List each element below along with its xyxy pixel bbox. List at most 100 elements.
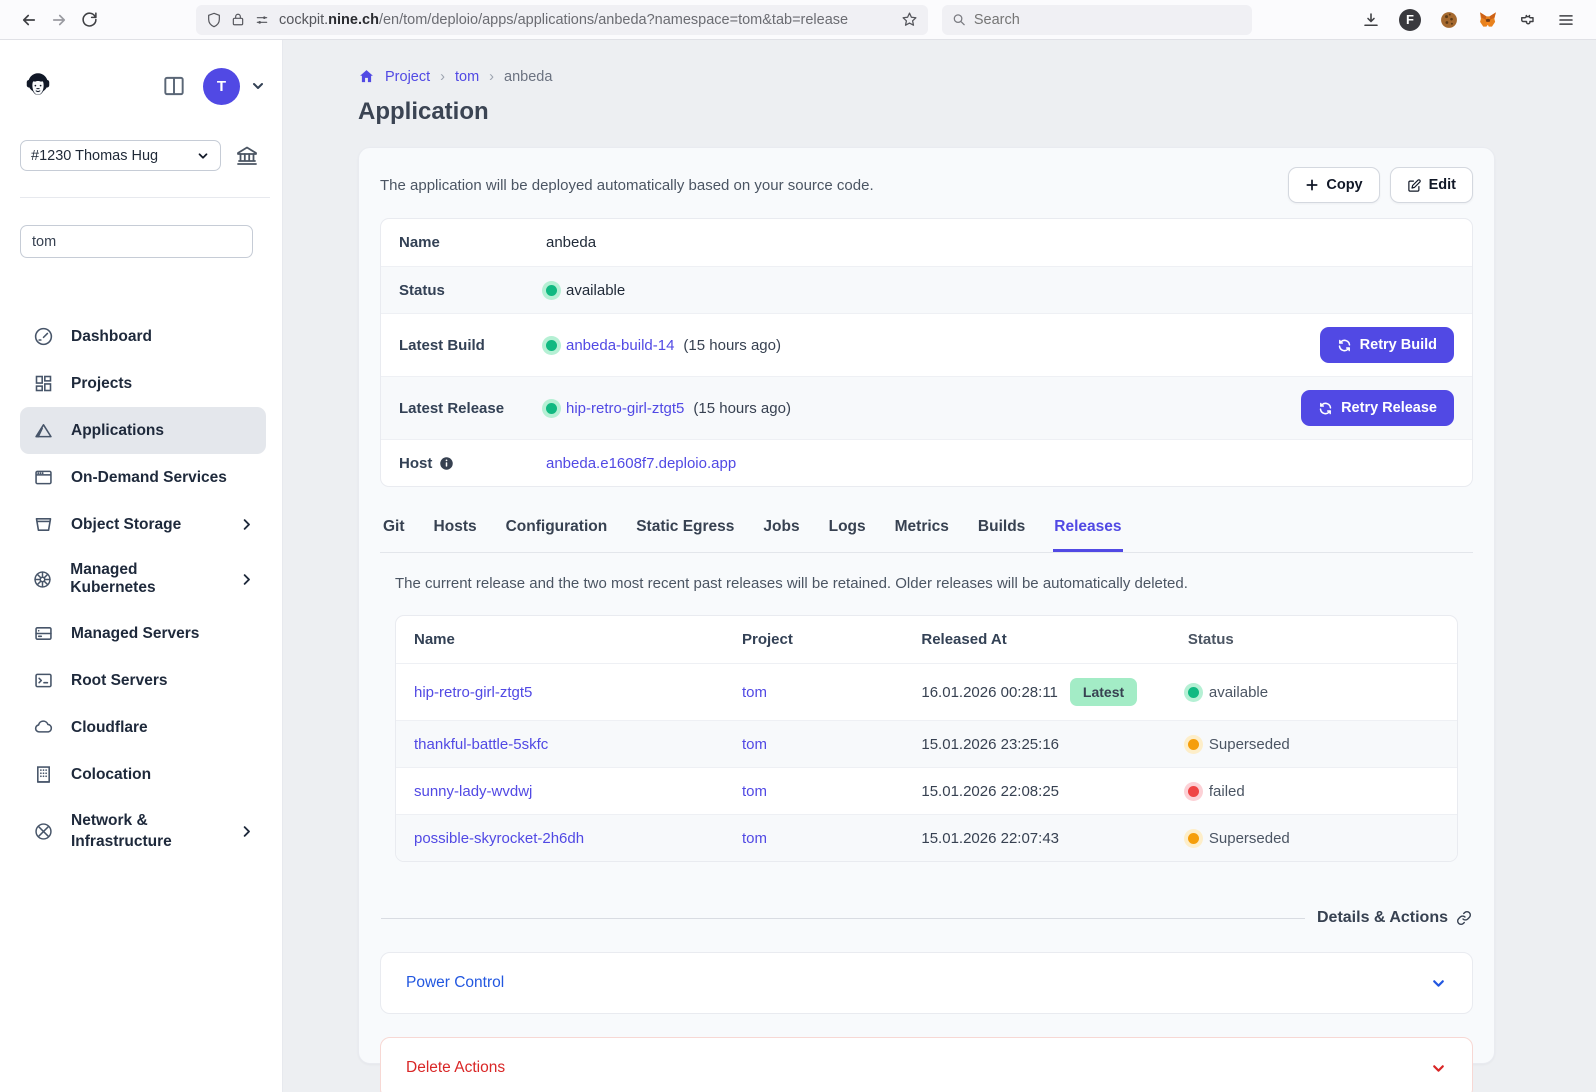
tab-metrics[interactable]: Metrics: [894, 514, 950, 552]
home-icon[interactable]: [358, 68, 375, 85]
release-link[interactable]: hip-retro-girl-ztgt5: [414, 684, 532, 701]
account-select[interactable]: #1230 Thomas Hug: [20, 140, 221, 171]
latest-build-link[interactable]: anbeda-build-14: [566, 337, 674, 354]
fox-icon: [1478, 10, 1498, 29]
cookie-extension-button[interactable]: [1433, 5, 1465, 35]
f-badge-icon: F: [1399, 9, 1421, 31]
sidebar-item-root-servers[interactable]: Root Servers: [20, 657, 266, 704]
sidebar-item-managed-kubernetes[interactable]: Managed Kubernetes: [20, 548, 266, 610]
account-select-value: #1230 Thomas Hug: [31, 148, 196, 164]
search-input[interactable]: [974, 12, 1242, 28]
breadcrumb-project[interactable]: Project: [385, 69, 430, 85]
downloads-button[interactable]: [1355, 5, 1387, 35]
download-icon: [1362, 11, 1380, 29]
release-link[interactable]: possible-skyrocket-2h6dh: [414, 830, 584, 847]
reload-icon: [81, 11, 98, 28]
bookmark-star-icon[interactable]: [901, 11, 918, 28]
details-actions-link[interactable]: Details & Actions: [1317, 909, 1472, 927]
organization-button[interactable]: [235, 144, 259, 168]
user-avatar[interactable]: T: [203, 68, 240, 105]
release-link[interactable]: sunny-lady-wvdwj: [414, 783, 532, 800]
browser-search[interactable]: [942, 5, 1252, 35]
on-demand-services-icon: [32, 467, 54, 488]
sidebar-item-projects[interactable]: Projects: [20, 360, 266, 407]
menu-button[interactable]: [1550, 5, 1582, 35]
bank-icon: [235, 144, 259, 168]
retention-note: The current release and the two most rec…: [395, 575, 1458, 592]
breadcrumb-separator: ›: [489, 69, 494, 85]
browser-toolbar: cockpit.nine.ch/en/tom/deploio/apps/appl…: [0, 0, 1596, 40]
plus-icon: [1305, 178, 1319, 192]
url-bar[interactable]: cockpit.nine.ch/en/tom/deploio/apps/appl…: [196, 5, 928, 35]
tab-hosts[interactable]: Hosts: [433, 514, 478, 552]
deploio-pilot-logo: [20, 68, 56, 104]
tab-jobs[interactable]: Jobs: [762, 514, 800, 552]
status-dot-available: [1188, 687, 1199, 698]
forward-button[interactable]: [44, 5, 74, 35]
sidebar-item-on-demand-services[interactable]: On-Demand Services: [20, 454, 266, 501]
account-extension-button[interactable]: F: [1394, 5, 1426, 35]
sidebar-item-colocation[interactable]: Colocation: [20, 751, 266, 798]
application-card: The application will be deployed automat…: [358, 147, 1495, 1064]
tab-git[interactable]: Git: [382, 514, 406, 552]
sidebar-divider: [20, 197, 270, 198]
sidebar-item-applications[interactable]: Applications: [20, 407, 266, 454]
details-actions-divider: Details & Actions: [381, 909, 1472, 927]
panel-toggle-button[interactable]: [161, 73, 187, 99]
sidebar-item-object-storage[interactable]: Object Storage: [20, 501, 266, 548]
retry-build-button[interactable]: Retry Build: [1320, 327, 1454, 363]
project-link[interactable]: tom: [742, 830, 767, 847]
select-chevron-icon: [196, 149, 210, 163]
metamask-extension-button[interactable]: [1472, 5, 1504, 35]
host-link[interactable]: anbeda.e1608f7.deploio.app: [546, 455, 736, 472]
project-link[interactable]: tom: [742, 736, 767, 753]
sidebar-item-dashboard[interactable]: Dashboard: [20, 313, 266, 360]
edit-button[interactable]: Edit: [1390, 167, 1473, 203]
latest-release-link[interactable]: hip-retro-girl-ztgt5: [566, 400, 684, 417]
latest-build-ago: (15 hours ago): [683, 337, 781, 354]
back-button[interactable]: [14, 5, 44, 35]
tab-logs[interactable]: Logs: [828, 514, 867, 552]
breadcrumb-separator: ›: [440, 69, 445, 85]
copy-button[interactable]: Copy: [1288, 167, 1379, 203]
search-icon: [952, 12, 966, 27]
status-dot-failed: [1188, 786, 1199, 797]
releases-table-header: Name Project Released At Status: [396, 616, 1457, 663]
delete-actions-toggle[interactable]: Delete Actions: [380, 1037, 1473, 1092]
sidebar-item-managed-servers[interactable]: Managed Servers: [20, 610, 266, 657]
tab-configuration[interactable]: Configuration: [505, 514, 609, 552]
power-control-toggle[interactable]: Power Control: [380, 952, 1473, 1014]
breadcrumb-app: anbeda: [504, 69, 552, 85]
refresh-icon: [1318, 401, 1333, 416]
tab-releases[interactable]: Releases: [1053, 514, 1122, 552]
projects-icon: [32, 373, 54, 394]
info-row-name: Name anbeda: [381, 219, 1472, 266]
dashboard-icon: [32, 326, 54, 347]
reload-button[interactable]: [74, 5, 104, 35]
page-title: Application: [358, 98, 1570, 126]
extensions-button[interactable]: [1511, 5, 1543, 35]
object-storage-icon: [32, 514, 54, 535]
info-icon[interactable]: [439, 456, 454, 471]
hamburger-icon: [1557, 11, 1575, 29]
retry-release-button[interactable]: Retry Release: [1301, 390, 1454, 426]
tab-builds[interactable]: Builds: [977, 514, 1026, 552]
table-row: hip-retro-girl-ztgt5 tom 16.01.2026 00:2…: [396, 663, 1457, 720]
sidebar-item-network-infrastructure[interactable]: Network & Infrastructure: [20, 798, 266, 866]
release-link[interactable]: thankful-battle-5skfc: [414, 736, 548, 753]
namespace-filter-input[interactable]: [20, 225, 253, 258]
application-name: anbeda: [546, 234, 1454, 251]
project-link[interactable]: tom: [742, 684, 767, 701]
avatar-menu-button[interactable]: [250, 78, 266, 94]
main-content: Project › tom › anbeda Application The a…: [283, 40, 1596, 1092]
chevron-down-icon: [1430, 1060, 1447, 1077]
sidebar-item-cloudflare[interactable]: Cloudflare: [20, 704, 266, 751]
application-info-table: Name anbeda Status available Latest Buil…: [380, 218, 1473, 487]
sidebar: T #1230 Thomas Hug Dashboard Proje: [0, 40, 283, 1092]
project-link[interactable]: tom: [742, 783, 767, 800]
info-row-latest-build: Latest Build anbeda-build-14 (15 hours a…: [381, 313, 1472, 376]
breadcrumb-namespace[interactable]: tom: [455, 69, 479, 85]
status-dot-available: [546, 403, 557, 414]
tab-static-egress[interactable]: Static Egress: [635, 514, 735, 552]
breadcrumb: Project › tom › anbeda: [358, 68, 1570, 85]
